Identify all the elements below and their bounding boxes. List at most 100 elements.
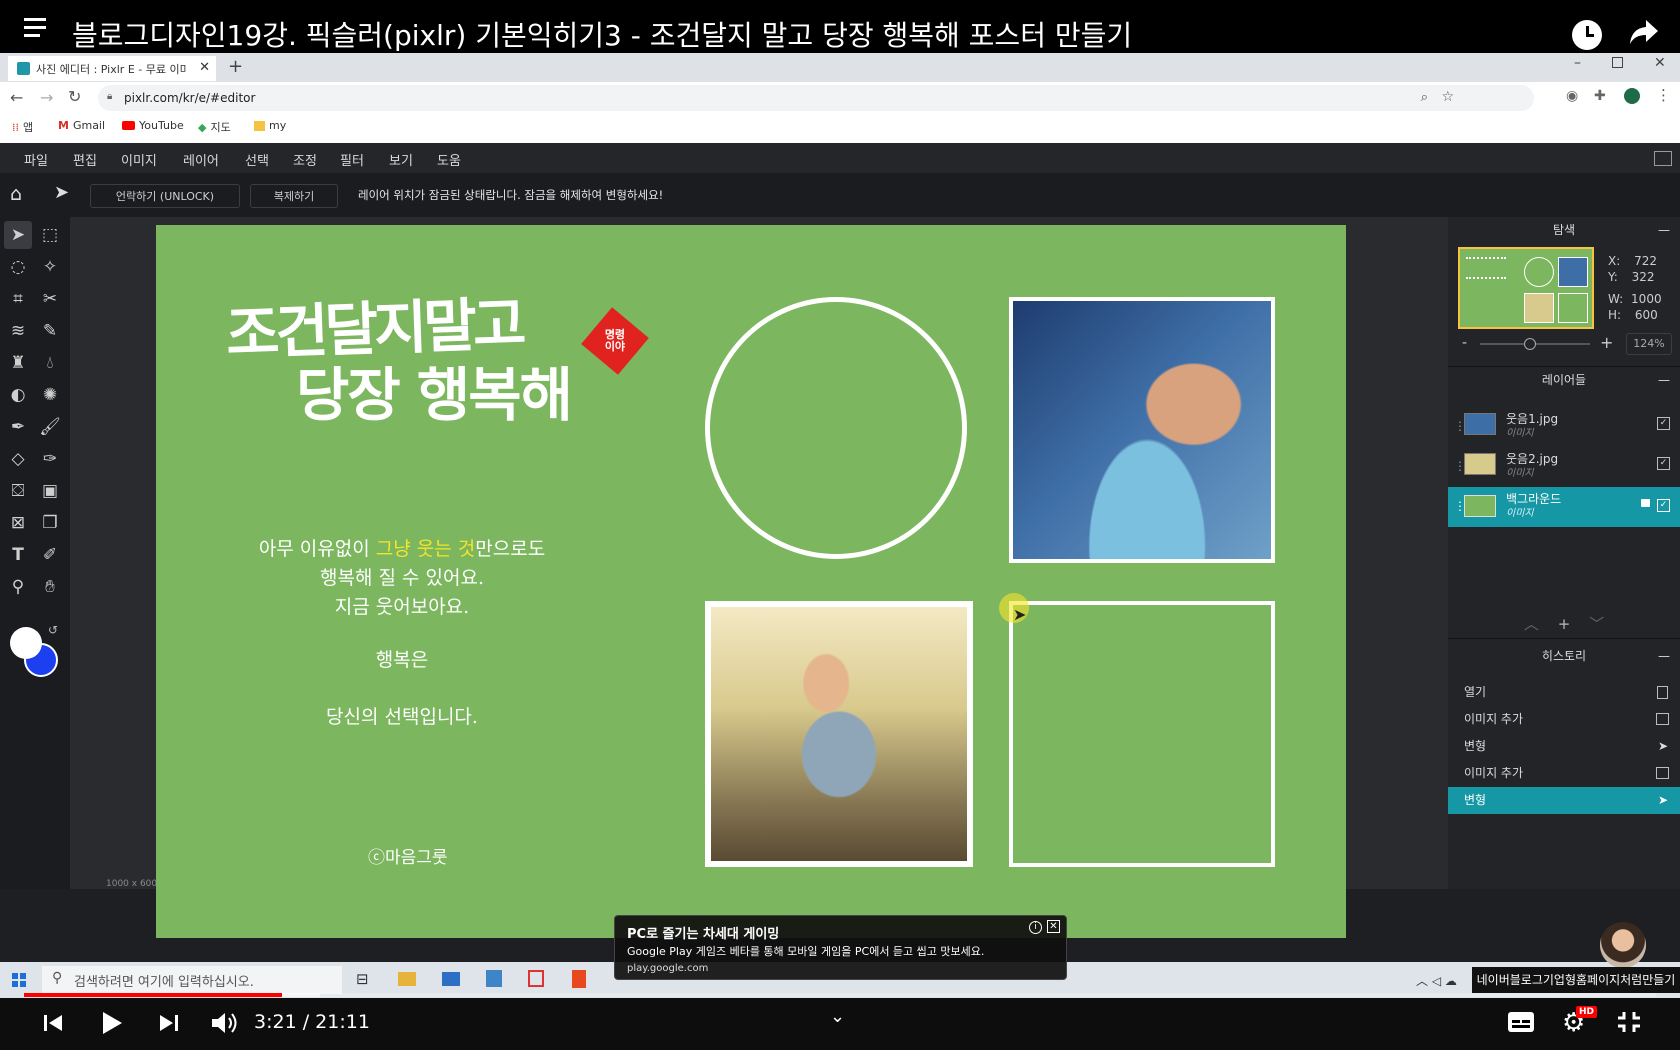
- pen-tool-icon[interactable]: ✒: [4, 413, 32, 441]
- visibility-checkbox-icon[interactable]: ✓: [1657, 417, 1670, 430]
- text-tool-icon[interactable]: T: [4, 541, 32, 569]
- duplicate-button[interactable]: 복제하기: [250, 184, 338, 208]
- address-bar[interactable]: 🔒︎ pixlr.com/kr/e/#editor ⌕ ☆: [98, 85, 1534, 111]
- reload-icon[interactable]: ↻: [68, 87, 81, 106]
- dodge-tool-icon[interactable]: ◐: [4, 381, 32, 409]
- taskview-icon[interactable]: ⊟: [356, 970, 369, 988]
- home-icon[interactable]: ⌂: [10, 183, 22, 205]
- collapse-layers-icon[interactable]: —: [1658, 367, 1670, 393]
- move-layer-up-icon[interactable]: ︿: [1524, 615, 1539, 633]
- history-item[interactable]: 변형 ➤: [1448, 733, 1680, 760]
- menu-view[interactable]: 보기: [389, 150, 413, 169]
- poster-canvas[interactable]: 조건달지말고 당장 행복해 명령이야 아무 이유없이 그냥 웃는 것만으로도 행…: [156, 225, 1346, 938]
- share-icon[interactable]: [1628, 18, 1660, 46]
- menu-edit[interactable]: 편집: [73, 150, 97, 169]
- hand-tool-icon[interactable]: ✋︎: [36, 573, 64, 601]
- heal-tool-icon[interactable]: ✎: [36, 317, 64, 345]
- extension-icon[interactable]: ◉: [1566, 88, 1578, 104]
- app-icon-red[interactable]: [528, 970, 544, 987]
- navigator-thumbnail[interactable]: [1458, 247, 1594, 329]
- move-layer-down-icon[interactable]: ﹀: [1589, 615, 1604, 633]
- brush-tool-icon[interactable]: 🖌︎: [36, 413, 64, 441]
- menu-filter[interactable]: 필터: [340, 150, 364, 169]
- subtitles-icon[interactable]: [1508, 1012, 1534, 1032]
- ad-overlay[interactable]: PC로 즐기는 차세대 게이밍 Google Play 게임즈 베타를 통해 모…: [614, 915, 1067, 980]
- eraser-tool-icon[interactable]: ◇: [4, 445, 32, 473]
- puzzle-icon[interactable]: ✚: [1594, 88, 1606, 104]
- bookmark-maps[interactable]: ◆ 지도: [198, 119, 231, 135]
- visibility-checkbox-icon[interactable]: ✓: [1657, 457, 1670, 470]
- watch-later-icon[interactable]: [1572, 20, 1602, 50]
- minimize-icon[interactable]: –: [1574, 55, 1581, 71]
- ad-info-icon[interactable]: i: [1029, 921, 1042, 934]
- add-layer-icon[interactable]: +: [1558, 615, 1571, 633]
- zoom-slider[interactable]: [1480, 338, 1590, 350]
- bookmark-apps[interactable]: ⁞⁞ 앱: [12, 119, 33, 135]
- history-item[interactable]: 열기: [1448, 679, 1680, 706]
- arrange-tool-icon[interactable]: ➤: [4, 221, 32, 249]
- bookmark-gmail[interactable]: M Gmail: [58, 119, 105, 132]
- menu-icon[interactable]: [24, 18, 48, 38]
- taskbar-search[interactable]: ⚲ 검색하려면 여기에 입력하십시오.: [42, 966, 342, 994]
- restore-icon[interactable]: [1612, 57, 1623, 68]
- play-icon[interactable]: [100, 1010, 124, 1036]
- star-icon[interactable]: ☆: [1441, 89, 1454, 105]
- profile-avatar[interactable]: [1624, 88, 1640, 104]
- layer-lock-icon[interactable]: [1641, 499, 1650, 507]
- shape-tool-icon[interactable]: ⊠: [4, 509, 32, 537]
- wand-tool-icon[interactable]: ✧: [36, 253, 64, 281]
- menu-file[interactable]: 파일: [24, 150, 48, 169]
- browser-tab[interactable]: 사진 에디터 : Pixlr E - 무료 이미 ✕: [8, 56, 216, 81]
- zoom-out-button[interactable]: -: [1462, 335, 1467, 351]
- menu-adjust[interactable]: 조정: [293, 150, 317, 169]
- mail-icon[interactable]: [442, 972, 460, 986]
- liquify-tool-icon[interactable]: ≋: [4, 317, 32, 345]
- tab-close-icon[interactable]: ✕: [199, 60, 210, 75]
- crop-tool-icon[interactable]: ⌗: [4, 285, 32, 313]
- zoom-input[interactable]: 124%: [1626, 333, 1672, 355]
- exit-fullscreen-icon[interactable]: [1616, 1010, 1642, 1034]
- zoom-tool-icon[interactable]: ⚲: [4, 573, 32, 601]
- panel-toggle-icon[interactable]: [1654, 151, 1672, 166]
- zoom-in-button[interactable]: +: [1600, 333, 1613, 352]
- swap-colors-icon[interactable]: ↺: [48, 623, 58, 637]
- history-item[interactable]: 이미지 추가: [1448, 760, 1680, 787]
- new-tab-icon[interactable]: +: [228, 56, 243, 77]
- ad-close-icon[interactable]: ✕: [1047, 920, 1060, 933]
- file-explorer-icon[interactable]: [398, 972, 416, 986]
- cutout-tool-icon[interactable]: ✂: [36, 285, 64, 313]
- chevron-down-icon[interactable]: ⌄: [830, 1006, 845, 1027]
- history-item[interactable]: 이미지 추가: [1448, 706, 1680, 733]
- gradient-tool-icon[interactable]: ▣: [36, 477, 64, 505]
- windows-start-icon[interactable]: [12, 973, 26, 987]
- menu-image[interactable]: 이미지: [121, 150, 157, 169]
- app-icon-blue[interactable]: [486, 970, 502, 987]
- progress-bar[interactable]: [24, 993, 1656, 997]
- ad-link[interactable]: play.google.com: [627, 963, 708, 974]
- sticker-tool-icon[interactable]: ❐: [36, 509, 64, 537]
- blur-tool-icon[interactable]: 💧︎: [36, 349, 64, 377]
- history-item-active[interactable]: 변형 ➤: [1448, 787, 1680, 814]
- bookmark-my[interactable]: my: [254, 119, 286, 132]
- bookmark-youtube[interactable]: YouTube: [122, 119, 184, 132]
- lasso-tool-icon[interactable]: ◌: [4, 253, 32, 281]
- sponge-tool-icon[interactable]: ✺: [36, 381, 64, 409]
- layer-item-active[interactable]: ⋮ 백그라운드 이미지 ✓: [1448, 487, 1680, 527]
- foreground-color-swatch[interactable]: [10, 627, 42, 659]
- kebab-menu-icon[interactable]: ⋮: [1656, 86, 1671, 104]
- office-icon[interactable]: [572, 970, 586, 988]
- zoom-icon[interactable]: ⌕: [1421, 90, 1428, 105]
- previous-icon[interactable]: [42, 1012, 64, 1034]
- menu-help[interactable]: 도움: [437, 150, 461, 169]
- unlock-button[interactable]: 언락하기 (UNLOCK): [90, 184, 240, 208]
- volume-icon[interactable]: [210, 1010, 238, 1036]
- clone-tool-icon[interactable]: ♜: [4, 349, 32, 377]
- picker-tool-icon[interactable]: ✐: [36, 541, 64, 569]
- next-icon[interactable]: [158, 1012, 180, 1034]
- menu-select[interactable]: 선택: [245, 150, 269, 169]
- layer-item[interactable]: ⋮ 웃음1.jpg 이미지 ✓: [1448, 407, 1680, 447]
- visibility-checkbox-icon[interactable]: ✓: [1657, 499, 1670, 512]
- back-icon[interactable]: ←: [10, 88, 23, 107]
- collapse-navigator-icon[interactable]: —: [1658, 217, 1670, 243]
- layer-item[interactable]: ⋮ 웃음2.jpg 이미지 ✓: [1448, 447, 1680, 487]
